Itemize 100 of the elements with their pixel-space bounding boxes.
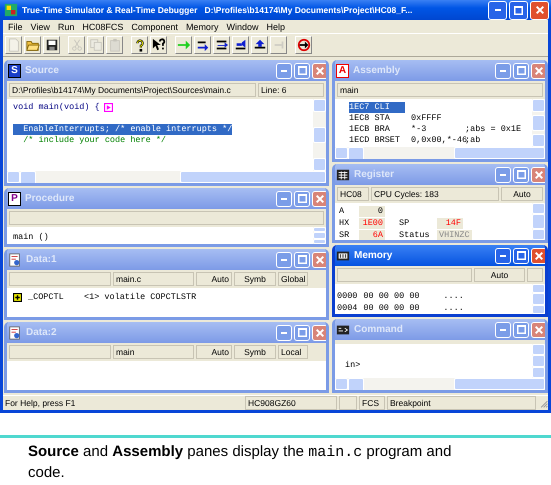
save-button[interactable] [43,36,60,54]
vertical-scrollbar[interactable] [313,99,326,172]
maximize-button[interactable] [513,166,529,183]
pane-title: Register [354,169,394,180]
minimize-button[interactable] [276,62,292,79]
help-button[interactable] [131,36,148,54]
close-button[interactable] [531,248,545,264]
maximize-button[interactable] [294,190,310,207]
vertical-scrollbar[interactable] [532,203,545,240]
maximize-icon [514,6,523,15]
step-out-button[interactable] [232,36,249,54]
memory-address: 0000 [337,290,358,302]
maximize-button[interactable] [513,248,529,264]
memory-ascii: .... [443,290,464,302]
vertical-scrollbar[interactable] [532,344,545,378]
reset-icon [296,38,310,52]
maximize-button[interactable] [294,324,310,341]
menu-item[interactable]: Component [128,22,183,32]
start-button[interactable] [175,36,192,54]
step-in-button[interactable] [194,36,211,54]
command-prompt-icon [336,322,350,337]
minimize-icon [281,70,287,72]
close-button[interactable] [530,0,549,20]
menu-item[interactable]: Window [223,22,264,32]
vertical-scrollbar[interactable] [532,284,545,314]
status-field: Breakpoint [387,396,536,410]
maximize-button[interactable] [513,322,529,338]
maximize-icon [516,170,526,180]
minimize-button[interactable] [276,252,292,268]
memory-bytes: 00 00 00 00 [363,290,421,302]
context-help-button[interactable] [150,36,167,54]
menu-item[interactable]: Run [54,22,80,32]
code-line: /* include your code here */ [22,135,166,146]
pane-icon: A [336,64,349,78]
maximize-button[interactable] [513,62,529,79]
maximize-icon [516,251,526,260]
data-header-field: Auto [196,345,232,360]
step-over-button[interactable] [213,36,230,54]
close-button[interactable] [531,322,545,338]
pane-title: Command [354,324,403,336]
minimize-icon [500,174,506,176]
memory-ascii: .... [443,302,464,314]
maximize-button[interactable] [509,0,528,20]
close-button[interactable] [531,62,545,79]
close-icon [316,256,324,264]
mode-field: Auto [474,268,525,282]
maximize-icon [298,66,306,76]
close-button[interactable] [312,324,326,341]
minimize-button[interactable] [276,324,292,341]
menu-item[interactable]: Memory [182,22,224,32]
minimize-button[interactable] [495,322,511,338]
assembly-step-button[interactable] [251,36,268,54]
close-icon [535,66,543,75]
reset-button[interactable] [295,36,312,54]
caption: Source and Assembly panes display the main.c program and code. [28,442,452,483]
close-button[interactable] [312,62,326,79]
minimize-button[interactable] [495,166,511,183]
close-icon [536,6,544,14]
horizontal-scrollbar[interactable] [7,171,326,184]
minimize-button[interactable] [495,248,511,264]
pointer-question-icon [152,38,166,52]
cpu-cycles-field: CPU Cycles: 183 [371,187,499,202]
maximize-button[interactable] [294,62,310,79]
file-path-field: D:\Profiles\b14174\My Documents\Project\Sources\main.c [9,83,256,98]
close-button[interactable] [312,190,326,207]
close-icon [535,252,543,260]
menu-item[interactable]: View [28,22,55,32]
pane-icon: P [8,192,21,206]
instruction: 1EC7 CLI [349,102,405,114]
memory-header-field [527,268,543,282]
function-field: main [337,83,543,98]
minimize-button[interactable] [495,62,511,79]
minimize-button[interactable] [488,0,507,20]
data-header-field: main [113,345,194,360]
status-field: For Help, press F1 [3,397,243,410]
open-button[interactable] [24,36,41,54]
menu-item[interactable]: Help [263,22,290,32]
maximize-button[interactable] [294,252,310,268]
horizontal-scrollbar[interactable] [335,147,545,160]
register-value[interactable]: 0 [359,206,385,217]
close-button[interactable] [531,166,545,183]
scissors-icon [70,38,84,52]
menu-item[interactable]: HC08FCS [79,22,128,32]
minimize-icon [494,9,500,12]
memory-bytes: 00 00 00 00 [363,302,421,314]
grid-icon [336,168,350,182]
close-button[interactable] [312,252,326,268]
maximize-icon [298,328,306,338]
maximize-icon [516,66,526,76]
page-icon [6,38,20,52]
vertical-scrollbar[interactable] [532,99,545,148]
data-header-field: Local [278,345,308,360]
menu-item[interactable]: File [5,22,28,32]
minimize-button[interactable] [276,190,292,207]
data-icon [8,252,22,267]
data-icon [8,326,22,340]
pane-title: Procedure [25,193,74,204]
horizontal-scrollbar[interactable] [335,378,545,390]
vertical-scrollbar[interactable] [313,227,326,244]
status-field: FCS [359,396,385,410]
